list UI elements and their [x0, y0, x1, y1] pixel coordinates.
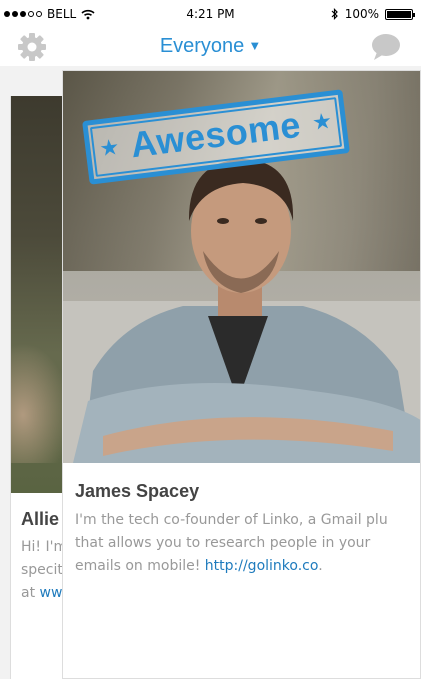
- bio-line: emails on mobile! http://golinko.co.: [75, 555, 420, 578]
- profile-bio: I'm the tech co-founder of Linko, a Gmai…: [75, 509, 420, 578]
- bluetooth-icon: [331, 8, 338, 20]
- battery-percent: 100%: [344, 7, 379, 21]
- bio-link[interactable]: ww: [40, 585, 63, 601]
- bio-text: at: [21, 585, 40, 601]
- audience-filter-label: Everyone: [159, 35, 245, 57]
- profile-name: Allie: [21, 509, 60, 529]
- battery-icon: [385, 8, 415, 20]
- profile-name: James Spacey: [75, 481, 200, 501]
- bio-text: .: [318, 558, 323, 574]
- bio-line: I'm the tech co-founder of Linko, a Gmai…: [75, 512, 388, 528]
- audience-filter-dropdown[interactable]: Everyone ▼: [0, 35, 421, 58]
- nav-bar: Everyone ▼: [0, 30, 421, 66]
- chat-bubble-icon[interactable]: [371, 33, 401, 61]
- status-bar: BELL 4:21 PM 100%: [0, 0, 421, 30]
- status-right: 100%: [331, 7, 415, 21]
- chevron-down-icon: ▼: [248, 38, 262, 53]
- bio-line: that allows you to research people in yo…: [75, 535, 371, 551]
- star-icon: ★: [310, 108, 334, 137]
- bio-link[interactable]: http://golinko.co: [205, 558, 318, 574]
- bio-text: emails on mobile!: [75, 558, 205, 574]
